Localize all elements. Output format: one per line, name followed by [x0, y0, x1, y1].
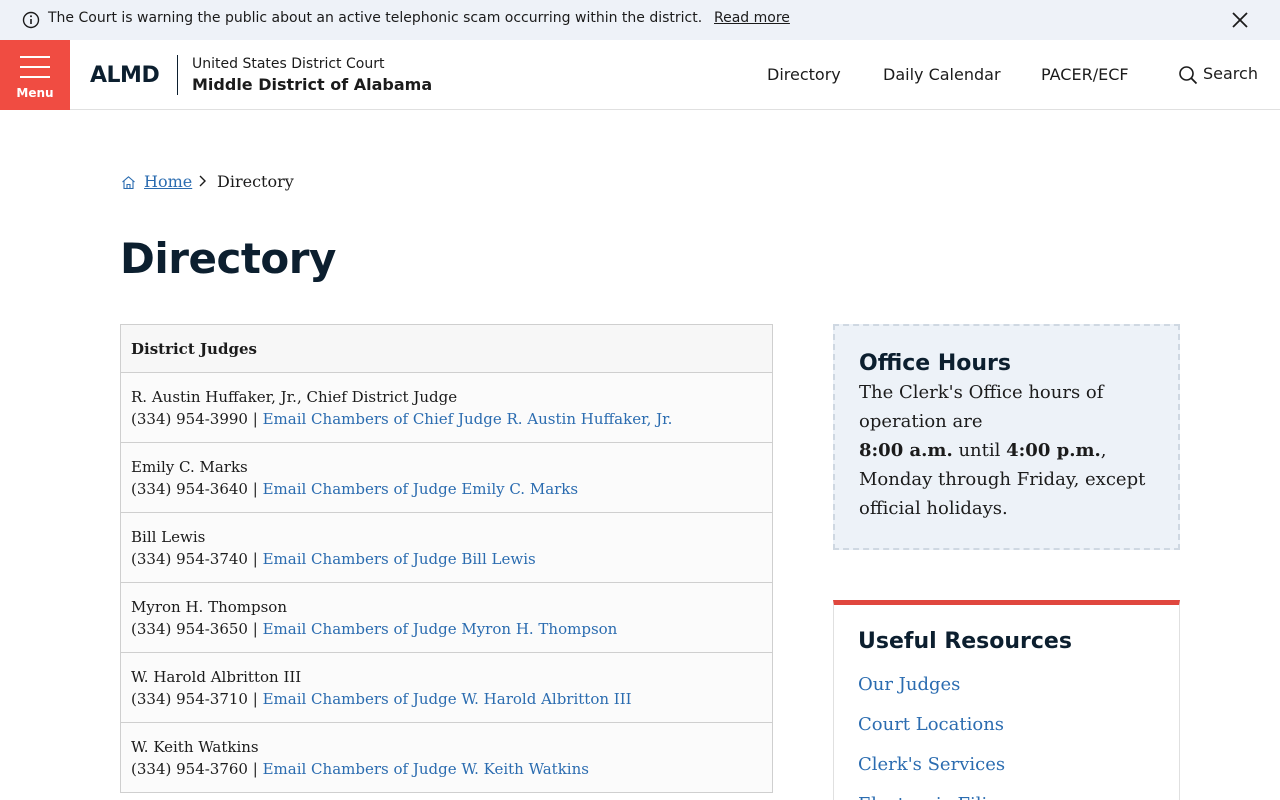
email-chambers-link[interactable]: Email Chambers of Judge Emily C. Marks — [263, 480, 579, 498]
email-chambers-link[interactable]: Email Chambers of Judge W. Harold Albrit… — [263, 690, 632, 708]
office-hours-end: 4:00 p.m. — [1006, 440, 1101, 461]
judge-contact: (334) 954-3740 | Email Chambers of Judge… — [131, 548, 762, 570]
menu-label: Menu — [16, 86, 54, 100]
contact-separator: | — [247, 550, 263, 568]
hamburger-icon-bar — [20, 66, 50, 68]
table-row: W. Harold Albritton III (334) 954-3710 | … — [121, 653, 772, 723]
chevron-right-icon — [199, 175, 206, 187]
court-name-line1: United States District Court — [192, 56, 385, 72]
contact-separator: | — [247, 480, 263, 498]
search-button[interactable]: Search — [1203, 64, 1258, 83]
office-hours-title: Office Hours — [859, 351, 1011, 376]
home-icon — [122, 176, 135, 190]
hamburger-icon — [20, 56, 50, 58]
logo-divider — [177, 55, 178, 95]
nav-directory[interactable]: Directory — [767, 65, 841, 84]
resource-link-clerks-services[interactable]: Clerk's Services — [858, 745, 1155, 785]
judge-name: Myron H. Thompson — [131, 598, 287, 616]
judge-phone: (334) 954-3990 — [131, 410, 248, 428]
contact-separator: | — [247, 690, 263, 708]
judge-contact: (334) 954-3710 | Email Chambers of Judge… — [131, 688, 762, 710]
table-row: Myron H. Thompson (334) 954-3650 | Email … — [121, 583, 772, 653]
office-hours-text: The Clerk's Office hours of operation ar… — [859, 378, 1154, 523]
table-row: W. Keith Watkins (334) 954-3760 | Email C… — [121, 723, 772, 793]
site-header: Menu ALMD United States District Court M… — [0, 40, 1280, 110]
office-hours-start: 8:00 a.m. — [859, 440, 953, 461]
office-hours-until: until — [952, 440, 1007, 461]
judge-contact: (334) 954-3760 | Email Chambers of Judge… — [131, 758, 762, 780]
alert-read-more-link[interactable]: Read more — [714, 10, 790, 26]
table-row: R. Austin Huffaker, Jr., Chief District … — [121, 373, 772, 443]
info-icon — [22, 11, 40, 29]
judge-name: Emily C. Marks — [131, 458, 248, 476]
site-logo[interactable]: ALMD — [90, 63, 160, 88]
alert-message: The Court is warning the public about an… — [48, 10, 703, 26]
judge-phone: (334) 954-3740 — [131, 550, 248, 568]
district-judges-table: District Judges R. Austin Huffaker, Jr.,… — [120, 324, 773, 793]
office-hours-box: Office Hours The Clerk's Office hours of… — [833, 324, 1180, 550]
judge-phone: (334) 954-3640 — [131, 480, 248, 498]
menu-button[interactable]: Menu — [0, 40, 70, 110]
judge-contact: (334) 954-3640 | Email Chambers of Judge… — [131, 478, 762, 500]
hamburger-icon-bar — [20, 76, 50, 78]
table-row: Emily C. Marks (334) 954-3640 | Email Cha… — [121, 443, 772, 513]
nav-pacer-ecf[interactable]: PACER/ECF — [1041, 65, 1129, 84]
resource-link-electronic-filing[interactable]: Electronic Filing — [858, 785, 1155, 800]
judge-name: R. Austin Huffaker, Jr., Chief District … — [131, 388, 458, 406]
email-chambers-link[interactable]: Email Chambers of Judge W. Keith Watkins — [263, 760, 589, 778]
resource-link-court-locations[interactable]: Court Locations — [858, 705, 1155, 745]
breadcrumb-home-link[interactable]: Home — [144, 172, 192, 191]
contact-separator: | — [247, 760, 263, 778]
useful-resources-box: Useful Resources Our Judges Court Locati… — [833, 600, 1180, 800]
table-header: District Judges — [121, 325, 772, 373]
useful-resources-title: Useful Resources — [858, 629, 1072, 654]
nav-daily-calendar[interactable]: Daily Calendar — [883, 65, 1001, 84]
alert-banner: The Court is warning the public about an… — [0, 0, 1280, 40]
contact-separator: | — [247, 620, 263, 638]
search-icon[interactable] — [1178, 65, 1198, 85]
breadcrumb-current: Directory — [217, 172, 294, 191]
judge-name: W. Harold Albritton III — [131, 668, 302, 686]
table-row: Bill Lewis (334) 954-3740 | Email Chamber… — [121, 513, 772, 583]
court-name-line2: Middle District of Alabama — [192, 75, 433, 94]
resource-link-our-judges[interactable]: Our Judges — [858, 665, 1155, 705]
contact-separator: | — [247, 410, 263, 428]
office-hours-intro: The Clerk's Office hours of operation ar… — [859, 382, 1104, 432]
judge-phone: (334) 954-3650 — [131, 620, 248, 638]
page-title: Directory — [120, 234, 336, 283]
email-chambers-link[interactable]: Email Chambers of Judge Myron H. Thompso… — [263, 620, 618, 638]
email-chambers-link[interactable]: Email Chambers of Chief Judge R. Austin … — [263, 410, 673, 428]
judge-name: W. Keith Watkins — [131, 738, 259, 756]
judge-contact: (334) 954-3990 | Email Chambers of Chief… — [131, 408, 762, 430]
judge-phone: (334) 954-3710 — [131, 690, 248, 708]
close-icon[interactable] — [1231, 11, 1249, 29]
judge-name: Bill Lewis — [131, 528, 206, 546]
judge-contact: (334) 954-3650 | Email Chambers of Judge… — [131, 618, 762, 640]
judge-phone: (334) 954-3760 — [131, 760, 248, 778]
email-chambers-link[interactable]: Email Chambers of Judge Bill Lewis — [263, 550, 536, 568]
